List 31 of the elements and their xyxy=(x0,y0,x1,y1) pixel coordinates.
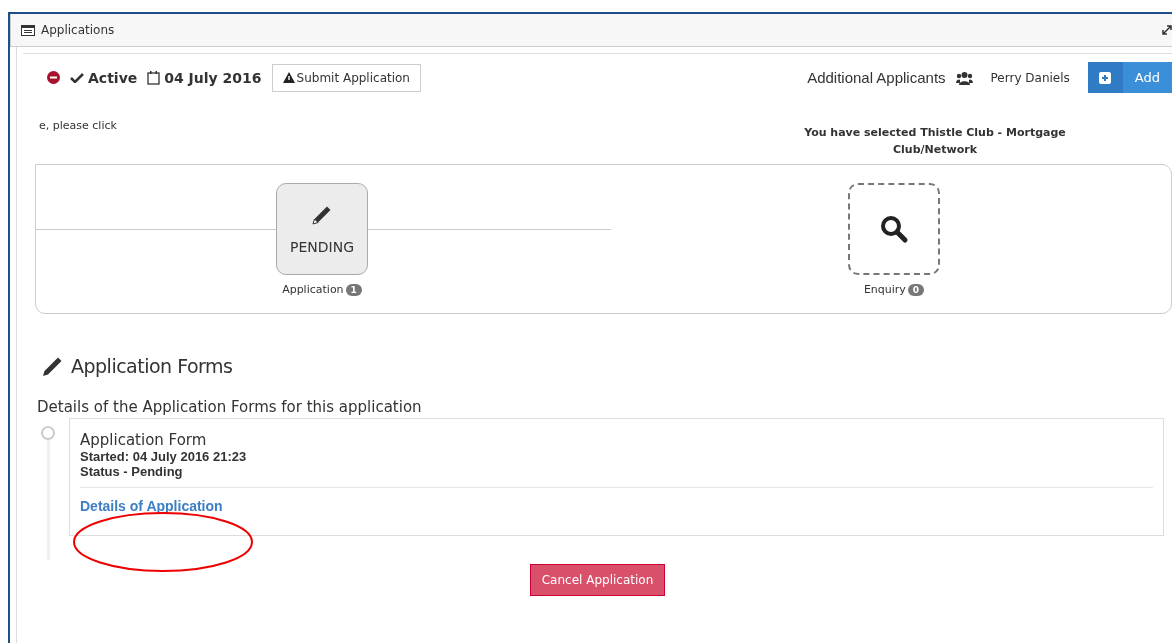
count-badge: 1 xyxy=(345,283,362,296)
section-description: Details of the Application Forms for this application xyxy=(37,398,423,416)
window-icon xyxy=(21,24,35,36)
status-label: Active xyxy=(70,69,138,86)
enquiry-stage-tile[interactable] xyxy=(848,183,940,275)
form-title: Application Form xyxy=(80,431,208,449)
section-title: Application Forms xyxy=(71,355,233,377)
date-label: 04 July 2016 xyxy=(147,69,262,86)
calendar-icon xyxy=(147,70,161,85)
plus-icon xyxy=(1099,71,1112,84)
check-icon xyxy=(70,72,84,83)
window-title: Applications xyxy=(41,23,115,37)
form-status: Status - Pending xyxy=(80,464,184,479)
add-button[interactable]: Add xyxy=(1087,62,1172,93)
additional-applicants-label: Additional Applicants xyxy=(807,69,946,86)
form-started: Started: 04 July 2016 21:23 xyxy=(80,449,248,464)
pending-stage-tile[interactable]: PENDING xyxy=(276,183,368,275)
stage-status: PENDING xyxy=(290,239,354,255)
applicant-name: Perry Daniels xyxy=(990,70,1070,85)
submit-application-button[interactable]: Submit Application xyxy=(271,63,421,92)
details-link[interactable]: Details of Application xyxy=(80,498,223,514)
cancel-application-button[interactable]: Cancel Application xyxy=(529,564,666,596)
warning-icon xyxy=(282,72,295,83)
count-badge: 0 xyxy=(907,283,925,296)
search-icon xyxy=(879,214,909,244)
expand-icon[interactable] xyxy=(1162,25,1172,35)
remove-icon[interactable] xyxy=(47,71,60,84)
users-icon xyxy=(955,70,973,85)
selection-message: You have selected Thistle Club - Mortgage Club/Network xyxy=(803,125,1067,158)
stage-label: Enquiry 0 xyxy=(863,283,925,296)
stage-label: Application 1 xyxy=(282,283,362,296)
